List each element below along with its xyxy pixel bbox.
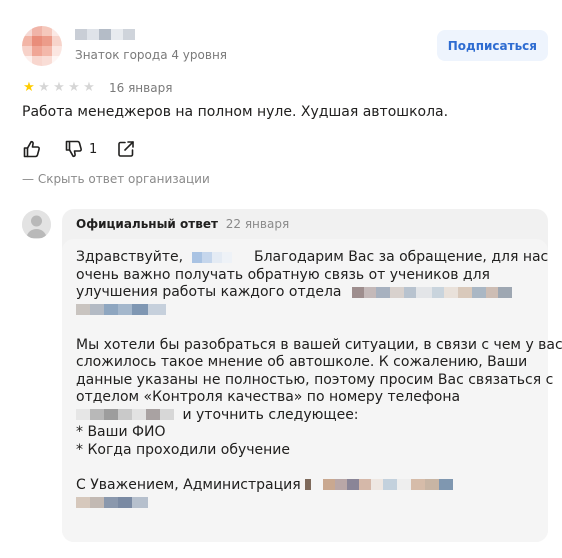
review-actions: 1 [22,139,136,159]
review-date: 16 января [109,81,173,95]
default-user-avatar-icon [22,210,51,239]
answer-content: Здравствуйте, Благодарим Вас за обращени… [62,239,562,542]
redacted-name [191,251,244,263]
answer-line: Мы хотели бы разобраться в вашей ситуаци… [76,336,562,353]
answer-line: улучшения работы каждого отдела [76,284,541,302]
star-rating: ★ ★ ★ ★ ★ [22,81,96,95]
answer-line: очень важно получать обратную связь от у… [76,266,490,283]
thumbs-down-icon[interactable] [64,139,84,159]
star-icon: ★ [23,80,35,95]
hide-org-answer-link[interactable]: — Скрыть ответ организации [22,172,210,186]
subscribe-button[interactable]: Подписаться [436,30,548,61]
answer-dept: улучшения работы каждого отдела [76,284,342,300]
share-icon[interactable] [116,139,136,159]
rating-row: ★ ★ ★ ★ ★ 16 января [22,80,172,96]
answer-title: Официальный ответ [76,217,218,231]
answer-list-item: * Когда проходили обучение [76,441,290,458]
redacted-phone [76,409,174,420]
avatar[interactable] [22,26,62,66]
answer-line: отделом «Контроля качества» по номеру те… [76,389,461,405]
answer-greeting: Здравствуйте, [76,249,184,265]
redacted-text [351,286,512,298]
author-level: Знаток города 4 уровня [75,48,228,62]
dislike-count: 1 [89,141,98,157]
answer-clarify: и уточнить следующее: [182,406,359,423]
star-icon: ★ [83,80,95,95]
answer-line: С Уважением, Администрация [76,477,541,495]
review-header: Знаток города 4 уровня Подписаться [22,26,548,66]
redacted-text [76,304,166,315]
answer-thanks: Благодарим Вас за обращение, для нас [253,249,549,265]
redacted-text [305,479,466,490]
review-text: Работа менеджеров на полном нуле. Худшая… [22,104,449,120]
org-answer: Официальный ответ 22 января Здравствуйте… [62,209,562,542]
answer-line: сложилось такое мнение об автошколе. К с… [76,354,528,370]
answer-header: Официальный ответ 22 января [76,217,289,231]
thumbs-up-icon[interactable] [22,139,42,159]
answer-signature: С Уважением, Администрация [76,476,301,493]
author-name-redacted[interactable] [75,29,145,40]
redacted-text [76,496,148,508]
answer-line [76,494,541,512]
answer-text: Здравствуйте, Благодарим Вас за обращени… [76,249,562,512]
answer-line: Здравствуйте, Благодарим Вас за обращени… [76,249,548,267]
answer-date: 22 января [225,217,290,231]
answer-line: данные указаны не полностью, поэтому про… [76,371,554,388]
answer-list-item: * Ваши ФИО [76,424,166,440]
star-icon: ★ [38,80,50,95]
star-icon: ★ [68,80,80,95]
answer-line [76,302,541,320]
answer-line: и уточнить следующее: [76,407,541,425]
star-icon: ★ [53,80,65,95]
